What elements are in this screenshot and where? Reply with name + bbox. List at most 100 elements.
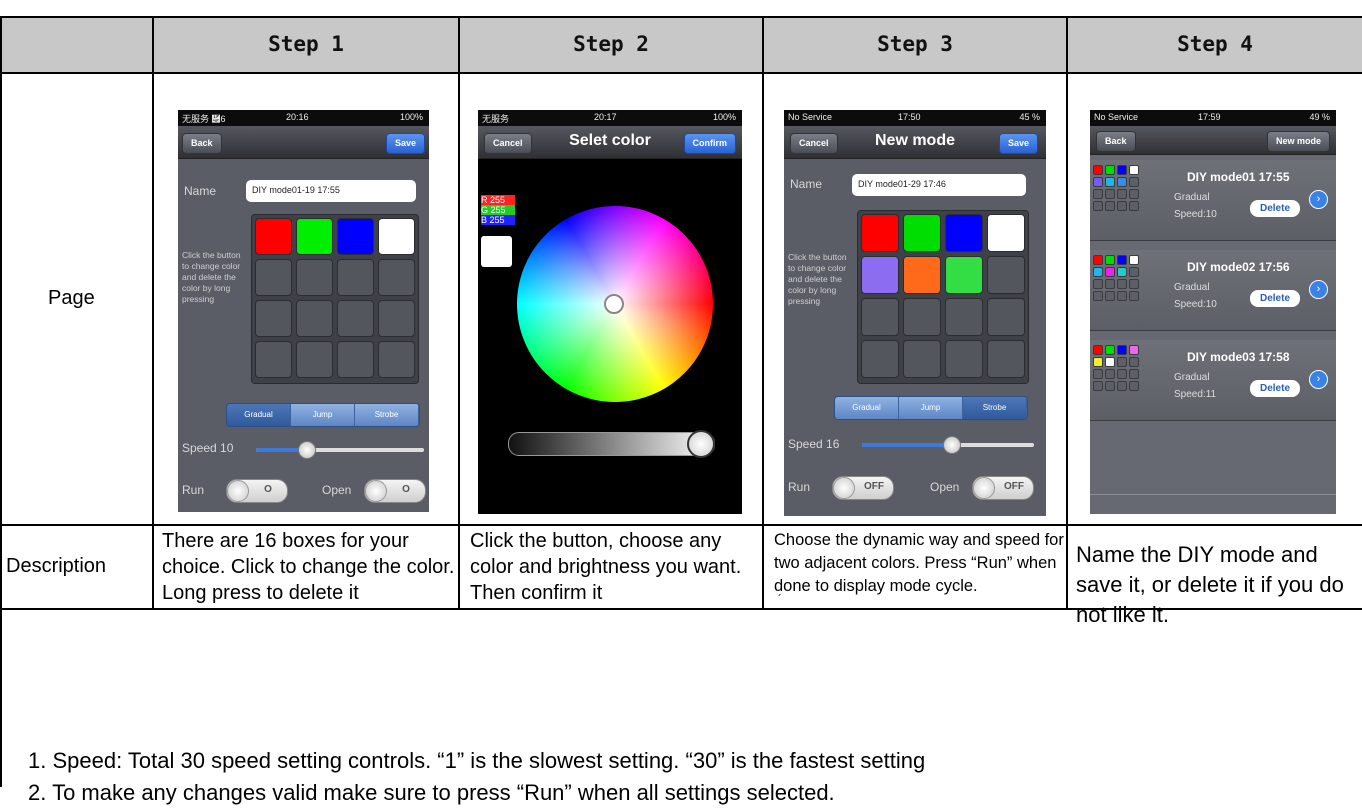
back-button[interactable]: Back [182,133,222,154]
color-box[interactable] [296,218,333,255]
speed-slider-knob[interactable] [943,436,962,454]
run-toggle[interactable]: OFF [832,476,894,500]
color-box[interactable] [296,259,333,296]
color-box[interactable] [337,341,374,378]
delete-button[interactable]: Delete [1250,200,1300,217]
color-box[interactable] [378,341,415,378]
color-box[interactable] [337,300,374,337]
color-box[interactable] [255,341,292,378]
step-3-screenshot: No Service 17:50 45 % Cancel New mode Sa… [784,110,1046,516]
step-2-header: Step 2 [573,32,649,56]
mini-color-box [1129,189,1139,199]
mode-option-strobe[interactable]: Strobe [355,404,419,426]
toggle-knob [833,477,855,499]
name-label: Name [790,177,823,191]
color-box[interactable] [255,259,292,296]
color-box[interactable] [903,256,941,294]
mode-option-jump[interactable]: Jump [291,404,355,426]
mini-color-box [1105,165,1115,175]
color-box[interactable] [378,259,415,296]
name-field[interactable]: DIY mode01-29 17:46 [852,174,1026,196]
status-carrier: No Service [1094,112,1139,122]
mode-option-jump[interactable]: Jump [899,397,963,419]
mini-color-box [1093,357,1103,367]
step-2-screenshot: 无服务 20:17 100% Cancel Selet color Confir… [478,110,742,514]
color-box[interactable] [903,340,941,378]
mini-color-box [1093,165,1103,175]
color-box[interactable] [945,298,983,336]
color-box[interactable] [861,256,899,294]
color-box[interactable] [861,298,899,336]
toggle-knob [227,480,249,502]
delete-button[interactable]: Delete [1250,290,1300,307]
mode-name: DIY mode02 17:56 [1187,260,1290,274]
color-wheel-picker[interactable] [604,294,624,314]
color-box[interactable] [987,256,1025,294]
mini-color-box [1117,381,1127,391]
delete-button[interactable]: Delete [1250,380,1300,397]
list-divider [1090,494,1336,495]
open-toggle-text: O [402,484,410,495]
mini-color-box [1105,291,1115,301]
color-preview-swatch [481,236,512,267]
name-field[interactable]: DIY mode01-19 17:55 [246,180,416,202]
brightness-slider-knob[interactable] [687,430,715,458]
mode-list-item[interactable]: DIY mode02 17:56 Gradual Speed:10 Delete › [1090,250,1336,331]
color-box[interactable] [987,298,1025,336]
open-toggle[interactable]: OFF [972,476,1034,500]
open-label: Open [322,483,352,497]
mode-list-item[interactable]: DIY mode03 17:58 Gradual Speed:11 Delete › [1090,340,1336,421]
disclosure-arrow-icon[interactable]: › [1309,280,1328,299]
mini-color-box [1105,177,1115,187]
color-box[interactable] [987,340,1025,378]
color-box[interactable] [987,214,1025,252]
mode-list-item[interactable]: DIY mode01 17:55 Gradual Speed:10 Delete › [1090,160,1336,241]
color-box[interactable] [945,340,983,378]
disclosure-arrow-icon[interactable]: › [1309,190,1328,209]
disclosure-arrow-icon[interactable]: › [1309,370,1328,389]
brightness-slider[interactable] [508,432,715,456]
note-1: 1. Speed: Total 30 speed setting control… [28,748,926,773]
hint-text: Click the button to change color and del… [788,252,847,306]
mini-color-box [1129,279,1139,289]
color-box[interactable] [296,341,333,378]
color-box[interactable] [945,256,983,294]
mini-color-box [1117,369,1127,379]
mode-option-gradual[interactable]: Gradual [835,397,899,419]
mini-color-box [1093,291,1103,301]
status-bar: 无服务 20:17 100% [478,110,742,126]
color-box[interactable] [378,300,415,337]
color-box[interactable] [861,214,899,252]
mode-option-strobe[interactable]: Strobe [963,397,1027,419]
mini-color-box [1129,381,1139,391]
open-toggle[interactable]: O [364,479,426,503]
mode-option-gradual[interactable]: Gradual [227,404,291,426]
row-label-page: Page [48,287,95,309]
status-battery: 45 % [1019,112,1040,122]
color-box[interactable] [903,298,941,336]
speed-label: Speed 16 [788,437,840,451]
color-box[interactable] [337,259,374,296]
speed-slider-knob[interactable] [298,441,317,459]
color-box[interactable] [296,300,333,337]
color-box[interactable] [255,218,292,255]
color-box[interactable] [861,340,899,378]
confirm-button[interactable]: Confirm [683,133,736,154]
run-toggle-text: OFF [864,481,884,492]
mini-color-box [1093,255,1103,265]
step-2-description: Click the button, choose any color and b… [470,530,742,604]
toggle-knob [365,480,387,502]
run-toggle[interactable]: O [226,479,288,503]
step-4-header: Step 4 [1177,32,1253,56]
color-box[interactable] [337,218,374,255]
back-button[interactable]: Back [1096,131,1136,152]
color-box[interactable] [903,214,941,252]
table-border-page-row [0,524,1362,526]
color-box[interactable] [945,214,983,252]
new-mode-button[interactable]: New mode [1266,131,1330,152]
save-button[interactable]: Save [385,133,425,154]
color-box[interactable] [378,218,415,255]
status-carrier: 无服务 ὏6 [182,114,226,124]
save-button[interactable]: Save [998,133,1038,154]
color-box[interactable] [255,300,292,337]
